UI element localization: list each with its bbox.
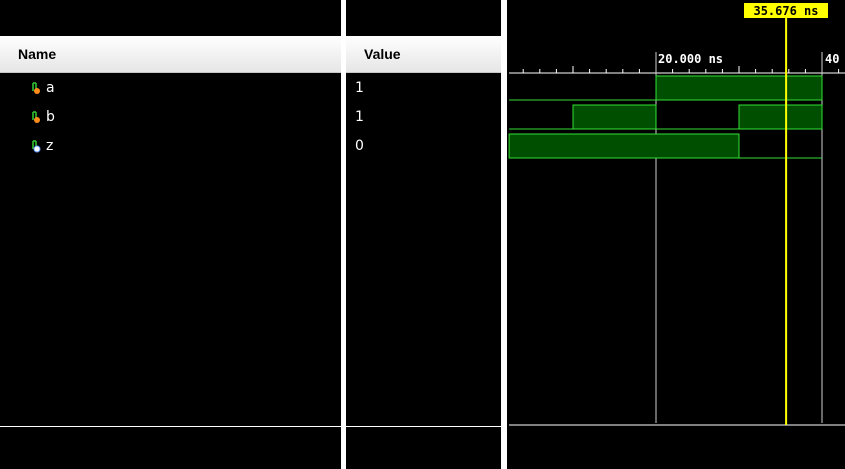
wave-high-segment: [738, 104, 823, 130]
waveforms[interactable]: [508, 75, 823, 159]
wave-high-segment: [508, 133, 740, 159]
output-signal-icon: [32, 140, 41, 153]
name-column-header[interactable]: Name: [0, 36, 341, 73]
ruler-label: 20.000 ns: [658, 52, 723, 66]
value-cell: 1: [355, 80, 364, 96]
wave-high-segment: [655, 75, 823, 101]
waveform-canvas[interactable]: 20.000 ns 40 35.676 ns: [507, 0, 845, 469]
value-cell: 0: [355, 138, 364, 154]
signal-row-z[interactable]: z: [0, 132, 341, 161]
signal-name: a: [46, 80, 55, 96]
signal-row-b[interactable]: b: [0, 103, 341, 132]
waveform-b[interactable]: [509, 104, 823, 130]
input-signal-icon: [32, 82, 40, 94]
name-panel-footer-divider: [0, 426, 341, 427]
ruler-label: 40: [825, 52, 839, 66]
waveform-z[interactable]: [508, 133, 822, 159]
waveform-a[interactable]: [509, 75, 823, 101]
wave-high-segment: [572, 104, 657, 130]
signal-row-a[interactable]: a: [0, 74, 341, 103]
name-panel: Name a b z: [0, 0, 341, 469]
signal-name: b: [46, 109, 55, 125]
value-column-header[interactable]: Value: [346, 36, 501, 73]
input-signal-icon: [32, 111, 40, 123]
value-cell: 1: [355, 109, 364, 125]
signal-name: z: [46, 138, 54, 154]
cursor-label: 35.676 ns: [753, 4, 818, 18]
waveform-panel[interactable]: 20.000 ns 40 35.676 ns: [507, 0, 845, 469]
value-panel: Value 1 1 0: [346, 0, 501, 469]
value-panel-footer-divider: [346, 426, 501, 427]
